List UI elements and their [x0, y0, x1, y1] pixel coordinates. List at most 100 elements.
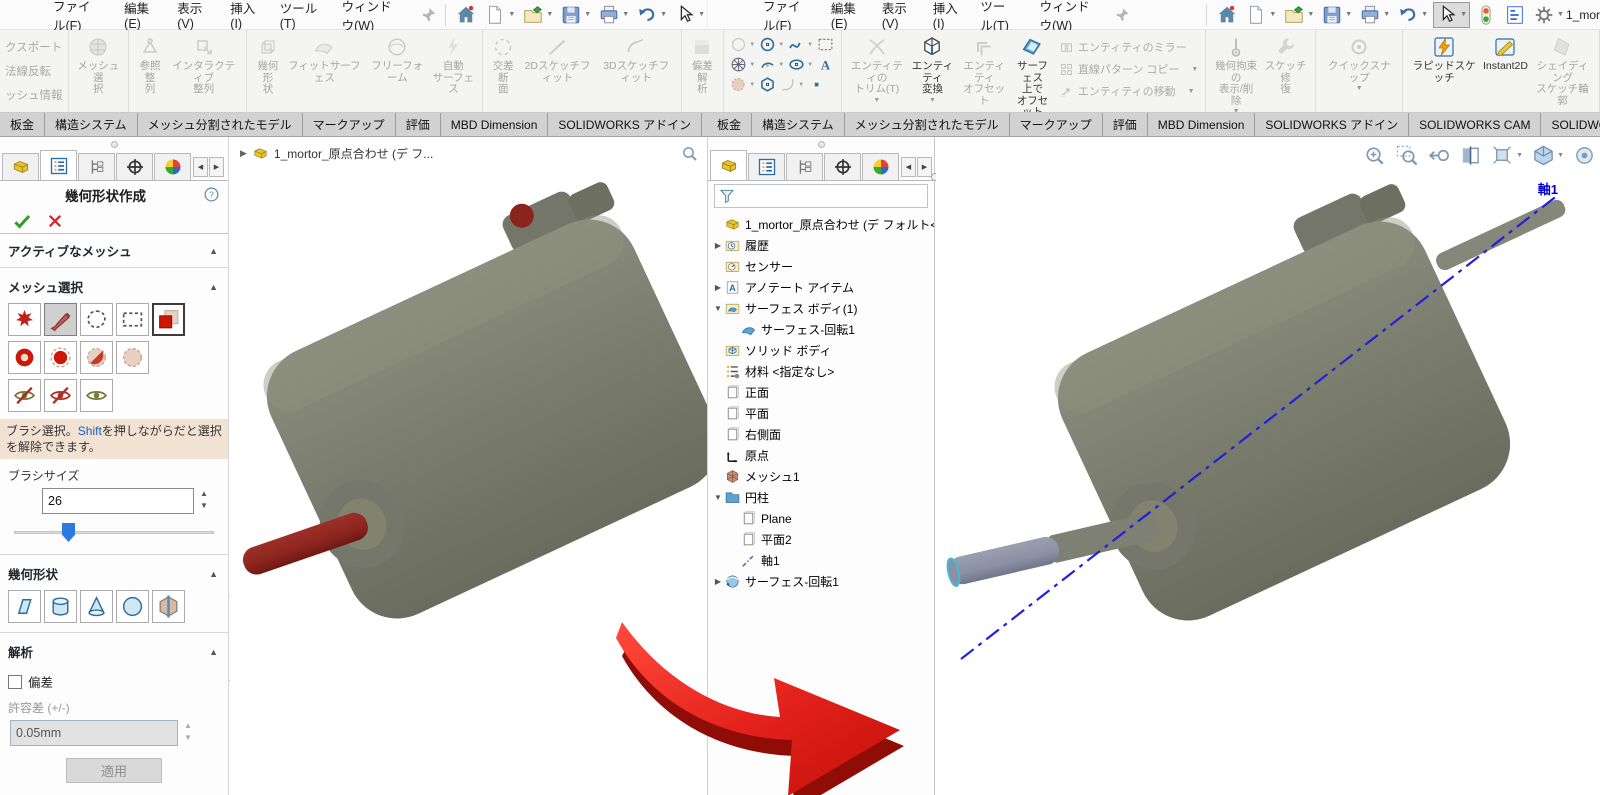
pm-tab-pm-list[interactable] [40, 150, 77, 180]
tab-構造システム[interactable]: 構造システム [752, 113, 845, 136]
scroll-left-button[interactable]: ◀ [901, 157, 916, 177]
filled-circle-button[interactable] [44, 341, 77, 374]
tab-板金[interactable]: 板金 [0, 113, 45, 136]
visibility-button[interactable] [1571, 142, 1598, 168]
tab-メッシュ分割されたモデル[interactable]: メッシュ分割されたモデル [138, 113, 303, 136]
tree-filter-box[interactable] [714, 184, 928, 208]
view-previous-button[interactable] [1425, 142, 1452, 168]
menu-ツール(T)[interactable]: ツール(T) [969, 0, 1028, 29]
save-button[interactable]: ▼ [1319, 2, 1354, 28]
menu-表示(V)[interactable]: 表示(V) [166, 0, 219, 29]
s-spline-button[interactable]: ▼ [787, 35, 815, 54]
tab-MBD Dimension[interactable]: MBD Dimension [1148, 113, 1256, 136]
ribbon-cross-section-button[interactable]: 交差断 面 [491, 33, 515, 96]
ok-button[interactable] [12, 211, 32, 231]
eye-show-all-button[interactable] [80, 379, 113, 412]
tab-マークアップ[interactable]: マークアップ [303, 113, 396, 136]
tree-item-Plane[interactable]: Plane [708, 508, 934, 529]
pin-icon[interactable] [420, 5, 436, 25]
tree-item-アノテート アイテム[interactable]: ▶Aアノテート アイテム [708, 277, 934, 298]
menu-編集(E)[interactable]: 編集(E) [113, 0, 166, 29]
ribbon-freeform-button[interactable]: フリーフォーム [368, 33, 426, 84]
ring-button[interactable] [8, 341, 41, 374]
menu-ウィンドウ(W)[interactable]: ウィンドウ(W) [1029, 0, 1108, 29]
tree-item-右側面[interactable]: 右側面 [708, 424, 934, 445]
tree-expand-arrow[interactable]: ▼ [712, 304, 724, 313]
tab-マークアップ[interactable]: マークアップ [1010, 113, 1103, 136]
display-style-button[interactable]: ▼ [1530, 142, 1566, 168]
tree-expand-arrow[interactable]: ▼ [712, 493, 724, 502]
tab-SOLIDWORKS CAM[interactable]: SOLIDWORKS CAM [1409, 113, 1541, 136]
ribbon-item[interactable]: ッシュ情報 [5, 87, 63, 103]
menu-ウィンドウ(W)[interactable]: ウィンドウ(W) [331, 0, 415, 29]
tree-item-平面2[interactable]: 平面2 [708, 529, 934, 550]
select-cursor-button[interactable]: ▼ [1433, 2, 1470, 28]
menu-挿入(I)[interactable]: 挿入(I) [219, 0, 268, 29]
dropdown-caret[interactable]: ▼ [1356, 85, 1363, 93]
tree-item-サーフェス-回転1[interactable]: ▶サーフェス-回転1 [708, 571, 934, 592]
view-orientation-button[interactable]: ▼ [1489, 142, 1525, 168]
brush-size-input[interactable] [42, 488, 194, 514]
tab-SOLIDWORKS CAM TBM[interactable]: SOLIDWORKS CAM TBM [1541, 113, 1600, 136]
new-doc-button[interactable]: ▼ [482, 2, 517, 28]
tree-item-メッシュ1[interactable]: メッシュ1 [708, 466, 934, 487]
scroll-right-button[interactable]: ▶ [917, 157, 932, 177]
panel-collapse-dot[interactable] [111, 141, 118, 148]
ribbon-rapid-bolt-button[interactable]: ラピッドスケッチ [1411, 33, 1477, 84]
ribbon-geometry-cube-button[interactable]: 幾何形 状 [255, 33, 280, 96]
menu-ツール(T)[interactable]: ツール(T) [269, 0, 331, 29]
plane-shape-button[interactable] [8, 590, 41, 623]
home-button[interactable] [453, 2, 479, 28]
pm-tab-part[interactable] [710, 150, 747, 180]
open-button[interactable]: ▼ [520, 2, 555, 28]
brush-button[interactable] [44, 303, 77, 336]
s-rect-dash-button[interactable] [816, 35, 835, 54]
cancel-button[interactable] [46, 212, 64, 230]
s-point-button[interactable] [807, 75, 826, 94]
tree-expand-arrow[interactable]: ▶ [712, 241, 724, 250]
empty-circle-button[interactable] [116, 341, 149, 374]
pin-icon[interactable] [1114, 5, 1130, 25]
s-blob-button[interactable]: ▼ [729, 75, 757, 94]
menu-挿入(I)[interactable]: 挿入(I) [922, 0, 970, 29]
ribbon-entity-convert-button[interactable]: エンティティ 変換▼ [910, 33, 956, 105]
tree-item-サーフェス-回転1[interactable]: サーフェス-回転1 [708, 319, 934, 340]
tree-item-円柱[interactable]: ▼円柱 [708, 487, 934, 508]
eye-hide-selected-button[interactable] [44, 379, 77, 412]
tree-item-ソリッド ボディ[interactable]: ソリッド ボディ [708, 340, 934, 361]
help-icon[interactable]: ? [203, 186, 220, 203]
s-arc-button[interactable]: ▼ [758, 55, 786, 74]
motor-model-after[interactable] [936, 137, 1600, 795]
ribbon-sketch-repair-button[interactable]: スケッチ修 復 [1264, 33, 1307, 96]
cone-shape-button[interactable] [80, 590, 113, 623]
ribbon-fit2d-button[interactable]: 2Dスケッチフィット [521, 33, 594, 84]
ribbon-quick-snap-button[interactable]: クイックスナップ▼ [1324, 33, 1394, 93]
dropdown-caret[interactable]: ▼ [873, 97, 880, 105]
paint-layers-button[interactable] [152, 303, 185, 336]
ribbon-align-ref-button[interactable]: 参照整 列 [137, 33, 163, 96]
cylinder-shape-button[interactable] [44, 590, 77, 623]
undo-button[interactable]: ▼ [1395, 2, 1430, 28]
menu-ファイル(F)[interactable]: ファイル(F) [752, 0, 820, 29]
pm-tab-target[interactable] [116, 153, 153, 180]
pm-tab-pm-list[interactable] [748, 153, 785, 180]
tree-expand-arrow[interactable]: ▶ [712, 577, 724, 586]
brush-size-stepper[interactable]: ▲▼ [197, 488, 211, 512]
dropdown-caret[interactable]: ▼ [929, 97, 936, 105]
s-text-button[interactable]: A [816, 55, 835, 74]
s-fillet-button[interactable]: ▼ [778, 75, 806, 94]
menu-ファイル(F)[interactable]: ファイル(F) [42, 0, 113, 29]
pm-tab-target[interactable] [824, 153, 861, 180]
rebuild-traffic-button[interactable] [1473, 2, 1499, 28]
s-ellipse-button[interactable]: ▼ [787, 55, 815, 74]
section-analysis[interactable]: 解析▲ [0, 635, 228, 666]
ribbon-move-ent-button[interactable]: エンティティの移動▼ [1059, 83, 1198, 99]
section-geometry[interactable]: 幾何形状▲ [0, 557, 228, 588]
section-active-mesh[interactable]: アクティブなメッシュ▲ [0, 234, 228, 265]
tab-SOLIDWORKS アドイン[interactable]: SOLIDWORKS アドイン [1255, 113, 1409, 136]
select-cursor-button[interactable]: ▼ [672, 2, 707, 28]
tree-item-軸1[interactable]: 軸1 [708, 550, 934, 571]
ribbon-offset-surface-button[interactable]: サーフェス 上で オフセット [1013, 33, 1052, 113]
tree-item-履歴[interactable]: ▶履歴 [708, 235, 934, 256]
pm-tab-part[interactable] [2, 153, 39, 180]
